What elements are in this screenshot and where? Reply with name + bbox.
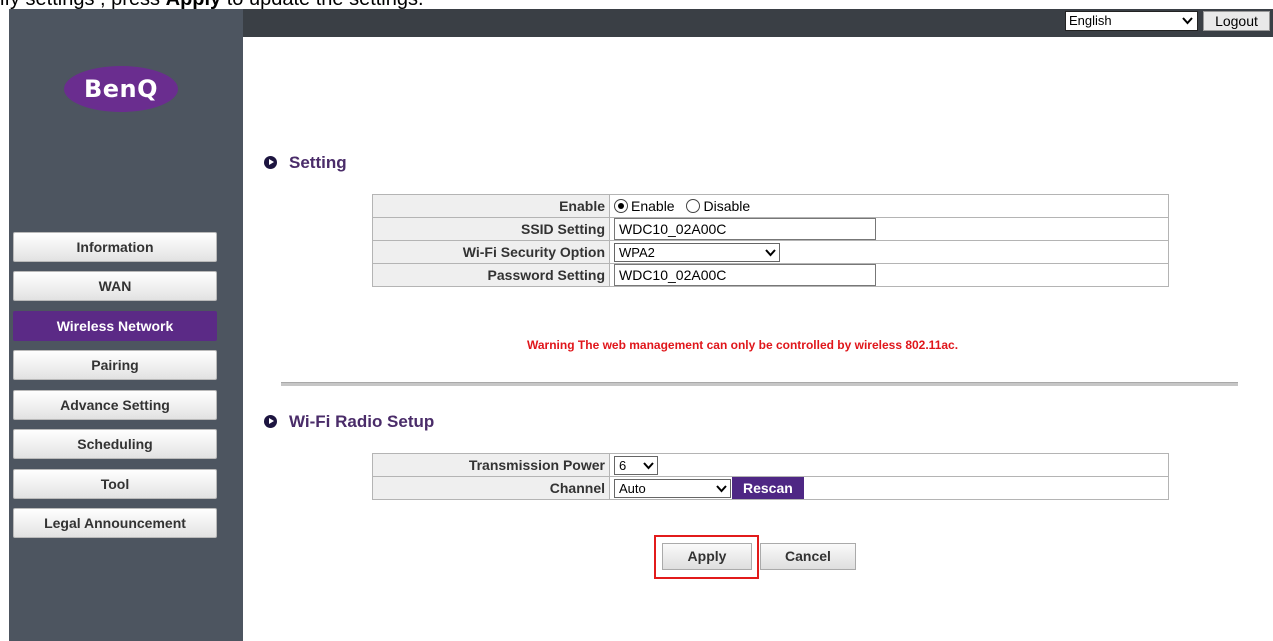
ssid-cell: WDC10_02A00C: [609, 217, 1169, 241]
security-value: WPA2: [619, 244, 655, 260]
channel-cell: Auto Rescan: [609, 476, 1169, 500]
ssid-input[interactable]: WDC10_02A00C: [614, 218, 876, 240]
table-row: Enable Enable Disable: [372, 194, 1169, 218]
arrow-circle-icon: [264, 156, 277, 169]
security-select[interactable]: WPA2: [614, 242, 780, 262]
enable-option-label: Enable: [631, 198, 675, 214]
radio-unchecked-icon: [686, 199, 701, 213]
channel-value: Auto: [619, 480, 646, 496]
power-value: 6: [619, 457, 627, 473]
channel-label: Channel: [372, 476, 610, 500]
table-row: Password Setting WDC10_02A00C: [372, 263, 1169, 287]
sidebar-item-legal-announcement[interactable]: Legal Announcement: [13, 508, 217, 538]
disable-radio-option[interactable]: Disable: [686, 198, 758, 214]
cancel-button[interactable]: Cancel: [760, 543, 856, 570]
warning-text: The web management can only be controlle…: [577, 338, 959, 352]
chevron-down-icon: [1182, 17, 1193, 25]
setting-section-title: Setting: [264, 153, 347, 173]
sidebar-item-wan[interactable]: WAN: [13, 271, 217, 301]
radio-setup-section-title: Wi-Fi Radio Setup: [264, 412, 434, 432]
setting-title-text: Setting: [289, 153, 347, 172]
logout-button[interactable]: Logout: [1203, 11, 1270, 31]
enable-label: Enable: [372, 194, 610, 218]
table-row: Transmission Power 6: [372, 453, 1169, 477]
sidebar-item-advance-setting[interactable]: Advance Setting: [13, 390, 217, 420]
sidebar-item-information[interactable]: Information: [13, 232, 217, 262]
warning-message: Warning The web management can only be c…: [527, 338, 958, 352]
chevron-down-icon: [765, 248, 776, 256]
security-cell: WPA2: [609, 240, 1169, 264]
disable-option-label: Disable: [703, 198, 751, 214]
power-label: Transmission Power: [372, 453, 610, 477]
rescan-button[interactable]: Rescan: [732, 477, 804, 499]
benq-logo: BenQ: [64, 66, 178, 112]
enable-cell: Enable Disable: [609, 194, 1169, 218]
sidebar-item-wireless-network[interactable]: Wireless Network: [13, 311, 217, 341]
table-row: SSID Setting WDC10_02A00C: [372, 217, 1169, 241]
enable-radio-option[interactable]: Enable: [614, 198, 683, 214]
ssid-label: SSID Setting: [372, 217, 610, 241]
language-value: English: [1069, 13, 1112, 28]
password-input[interactable]: WDC10_02A00C: [614, 264, 876, 286]
channel-select[interactable]: Auto: [614, 478, 731, 498]
password-label: Password Setting: [372, 263, 610, 287]
section-divider: [281, 382, 1238, 386]
password-cell: WDC10_02A00C: [609, 263, 1169, 287]
power-select[interactable]: 6: [614, 455, 658, 475]
radio-checked-icon: [614, 199, 628, 213]
power-cell: 6: [609, 453, 1169, 477]
warning-prefix: Warning: [527, 338, 575, 352]
sidebar-item-pairing[interactable]: Pairing: [13, 350, 217, 380]
radio-setup-title-text: Wi-Fi Radio Setup: [289, 412, 435, 431]
security-label: Wi-Fi Security Option: [372, 240, 610, 264]
instruction-caption: ify settings , press Apply to update the…: [0, 0, 1273, 9]
radio-setup-table: Transmission Power 6 Channel Auto Rescan: [372, 453, 1169, 500]
caption-text: ify settings , press Apply to update the…: [0, 0, 424, 9]
setting-table: Enable Enable Disable SSID Setting WDC10…: [372, 194, 1169, 287]
table-row: Wi-Fi Security Option WPA2: [372, 240, 1169, 264]
arrow-circle-icon: [264, 415, 277, 428]
sidebar-item-tool[interactable]: Tool: [13, 469, 217, 499]
language-select[interactable]: English: [1065, 11, 1198, 31]
sidebar-item-scheduling[interactable]: Scheduling: [13, 429, 217, 459]
table-row: Channel Auto Rescan: [372, 476, 1169, 500]
chevron-down-icon: [716, 484, 727, 492]
apply-highlight-annotation: [654, 535, 759, 579]
chevron-down-icon: [643, 461, 654, 469]
